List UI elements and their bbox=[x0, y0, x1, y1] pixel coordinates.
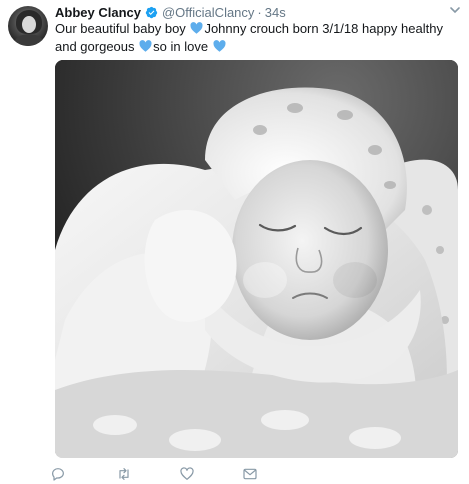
tweet-timestamp[interactable]: 34s bbox=[265, 5, 286, 20]
blue-heart-icon bbox=[213, 40, 226, 52]
author-name[interactable]: Abbey Clancy bbox=[55, 5, 141, 20]
retweet-icon[interactable] bbox=[116, 466, 132, 482]
tweet-text-part-1: Our beautiful baby boy bbox=[55, 21, 186, 36]
tweet-photo[interactable] bbox=[55, 60, 458, 458]
blue-heart-icon bbox=[139, 40, 152, 52]
chevron-down-icon[interactable] bbox=[449, 4, 461, 16]
header-separator: · bbox=[257, 4, 262, 20]
tweet-text-part-3: so in love bbox=[153, 39, 209, 54]
author-avatar[interactable] bbox=[8, 6, 48, 46]
like-icon[interactable] bbox=[179, 466, 195, 482]
tweet-actions bbox=[50, 466, 257, 484]
reply-icon[interactable] bbox=[50, 466, 66, 482]
author-handle[interactable]: @OfficialClancy bbox=[162, 5, 254, 20]
tweet-header: Abbey Clancy @OfficialClancy · 34s bbox=[55, 3, 449, 21]
blue-heart-icon bbox=[190, 22, 203, 34]
direct-message-icon[interactable] bbox=[242, 466, 258, 482]
verified-badge-icon bbox=[145, 6, 158, 18]
avatar-face-shape bbox=[22, 16, 36, 33]
baby-photo-illustration bbox=[55, 60, 458, 458]
tweet-text: Our beautiful baby boy Johnny crouch bor… bbox=[55, 20, 445, 56]
avatar-body-shape bbox=[14, 34, 44, 46]
